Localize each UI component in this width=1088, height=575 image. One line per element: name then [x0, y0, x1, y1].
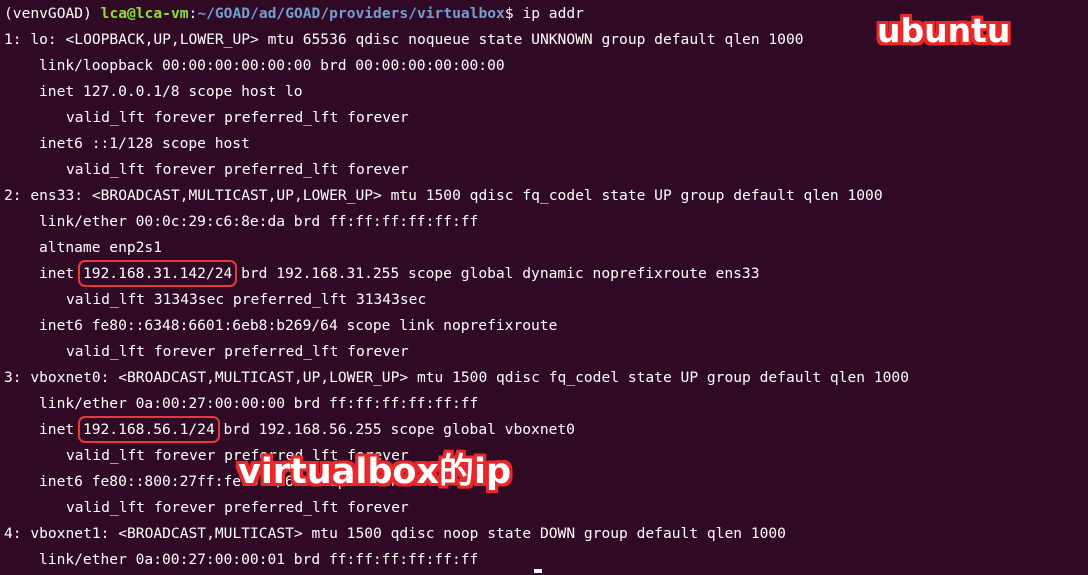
output-line: inet6 fe80::800:27ff:fe00:0/64 scope lin… [39, 473, 400, 490]
prompt-user-host: lca@lca-vm [100, 5, 189, 22]
typed-command: ip addr [522, 5, 584, 22]
prompt-separator: : [188, 5, 198, 22]
highlighted-ip-vboxnet0: 192.168.56.1/24 [77, 416, 220, 443]
output-line: valid_lft forever preferred_lft forever [66, 499, 409, 516]
virtualbox-ip-annotation-label: virtualbox的ip [238, 452, 512, 492]
output-line: valid_lft forever preferred_lft forever [66, 161, 409, 178]
text-cursor [534, 569, 542, 573]
output-line: link/ether 00:0c:29:c6:8e:da brd ff:ff:f… [39, 213, 479, 230]
prompt-suffix: $ [504, 5, 523, 22]
interface-header-vboxnet1: 4: vboxnet1: <BROADCAST,MULTICAST> mtu 1… [4, 525, 786, 542]
interface-header-vboxnet0: 3: vboxnet0: <BROADCAST,MULTICAST,UP,LOW… [4, 369, 909, 386]
output-line: inet6 fe80::6348:6601:6eb8:b269/64 scope… [39, 317, 558, 334]
output-line: inet6 ::1/128 scope host [39, 135, 250, 152]
output-line-inet-ens33: inet 192.168.31.142/24 brd 192.168.31.25… [4, 260, 1088, 289]
prompt-path: ~/GOAD/ad/GOAD/providers/virtualbox [197, 5, 505, 22]
output-line: valid_lft forever preferred_lft forever [66, 447, 409, 464]
os-annotation-label: ubuntu [877, 11, 1011, 50]
output-line: link/ether 0a:00:27:00:00:01 brd ff:ff:f… [39, 551, 479, 568]
venv-indicator: (venvGOAD) [4, 5, 101, 22]
output-line: link/loopback 00:00:00:00:00:00 brd 00:0… [39, 57, 505, 74]
output-line: valid_lft 31343sec preferred_lft 31343se… [66, 291, 427, 308]
output-line: altname enp2s1 [39, 239, 163, 256]
output-line-inet-vboxnet0: inet 192.168.56.1/24 brd 192.168.56.255 … [4, 416, 1088, 445]
inet-rest: brd 192.168.56.255 scope global vboxnet0 [214, 421, 575, 438]
inet-rest: brd 192.168.31.255 scope global dynamic … [232, 265, 760, 282]
output-line: inet 127.0.0.1/8 scope host lo [39, 83, 303, 100]
inet-keyword: inet [39, 265, 83, 282]
terminal-window[interactable]: (venvGOAD) lca@lca-vm:~/GOAD/ad/GOAD/pro… [0, 0, 1088, 573]
inet-keyword: inet [39, 421, 83, 438]
highlighted-ip-ens33: 192.168.31.142/24 [77, 260, 238, 287]
output-line: link/ether 0a:00:27:00:00:00 brd ff:ff:f… [39, 395, 479, 412]
output-line: valid_lft forever preferred_lft forever [66, 343, 409, 360]
interface-header-ens33: 2: ens33: <BROADCAST,MULTICAST,UP,LOWER_… [4, 187, 883, 204]
output-line: valid_lft forever preferred_lft forever [66, 109, 409, 126]
